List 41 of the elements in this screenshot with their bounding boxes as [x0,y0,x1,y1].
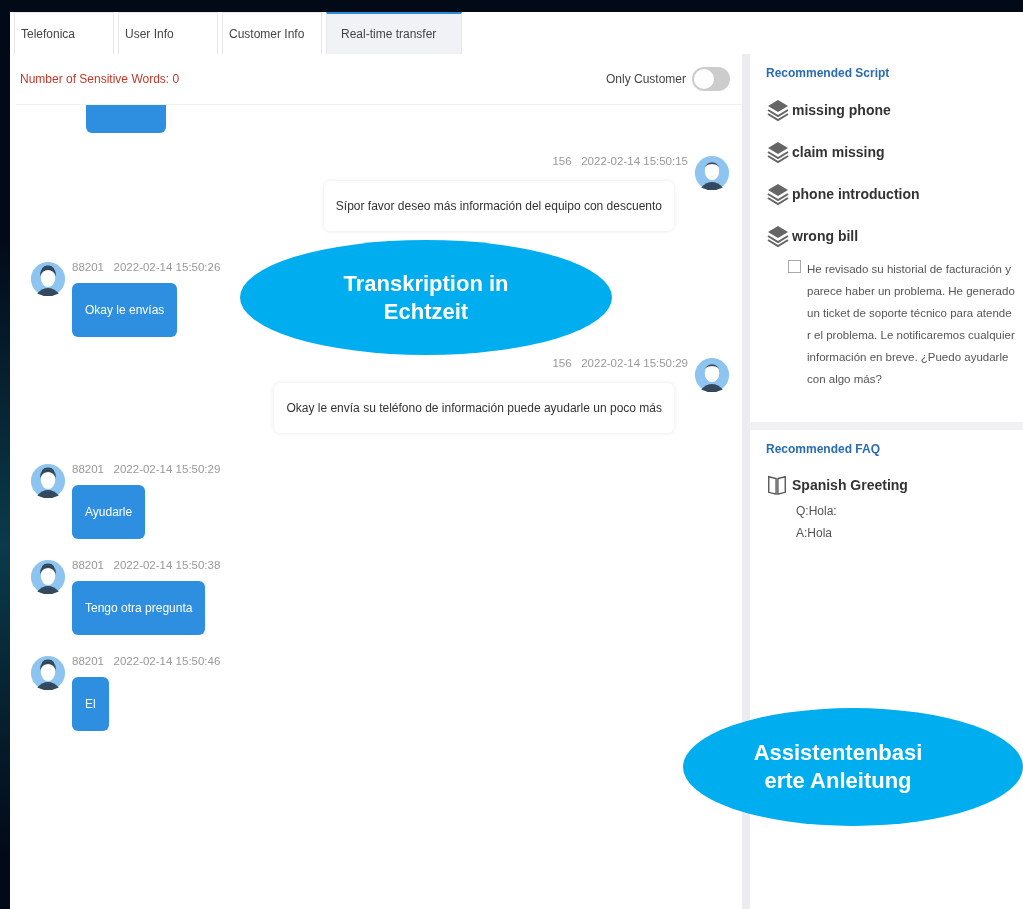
tab[interactable]: User Info [118,12,218,54]
message-bubble: Sípor favor deseo más información del equipo con descuento [323,181,674,231]
avatar-icon [30,461,66,501]
layers-icon [766,140,790,164]
section-title: Recommended Script [766,66,891,80]
toggle-label: Only Customer [605,72,686,86]
avatar-icon [30,259,66,299]
tab[interactable]: Customer Info [222,12,322,54]
message-meta: 88201 2022-02-14 15:50:29 [72,462,221,477]
faq-question: Q:Hola: [795,504,838,518]
script-text: He revisado su historial de facturación y parece haber un problema. He generado un ticket de soporte técnico para atender el problema. Le notificaremos cualquier información en breve. ¿Puedo ayudarle con algo más? [807,262,1015,387]
faq-title[interactable]: Spanish Greeting [792,477,908,493]
layers-icon [766,224,790,248]
script-item[interactable]: missing phone [766,98,1015,122]
checkbox[interactable] [788,260,801,273]
sensitive-words-count: Number of Sensitive Words: 0 [20,72,181,86]
layers-icon [766,98,790,122]
message-bubble: Okay le envías [72,283,178,337]
book-icon [766,474,788,496]
message-meta: 88201 2022-02-14 15:50:38 [72,558,221,573]
message-bubble: Tengo otra pregunta [72,581,206,635]
avatar-icon [30,653,66,693]
layers-icon [766,182,790,206]
message-meta: 88201 2022-02-14 15:50:26 [72,260,221,275]
tab[interactable]: Telefonica [14,12,114,54]
script-item[interactable]: claim missing [766,140,1015,164]
tab[interactable]: Real-time transfer [326,12,462,54]
message-bubble: El [72,677,109,731]
script-item[interactable]: phone introduction [766,182,1015,206]
avatar-icon [694,153,730,193]
faq-answer: A:Hola [795,526,834,540]
message-meta: 88201 2022-02-14 15:50:46 [72,654,221,669]
section-title: Recommended FAQ [766,442,882,456]
avatar-icon [30,557,66,597]
script-item[interactable]: wrong bill [766,224,1015,248]
message-meta: 156 2022-02-14 15:50:15 [552,154,688,169]
only-customer-toggle[interactable] [692,67,730,91]
avatar-icon [694,355,730,395]
message-bubble: Okay le envía su teléfono de información puede ayudarle un poco más [274,383,674,433]
message-meta: 156 2022-02-14 15:50:29 [552,356,688,371]
message-bubble: Ayudarle [72,485,146,539]
